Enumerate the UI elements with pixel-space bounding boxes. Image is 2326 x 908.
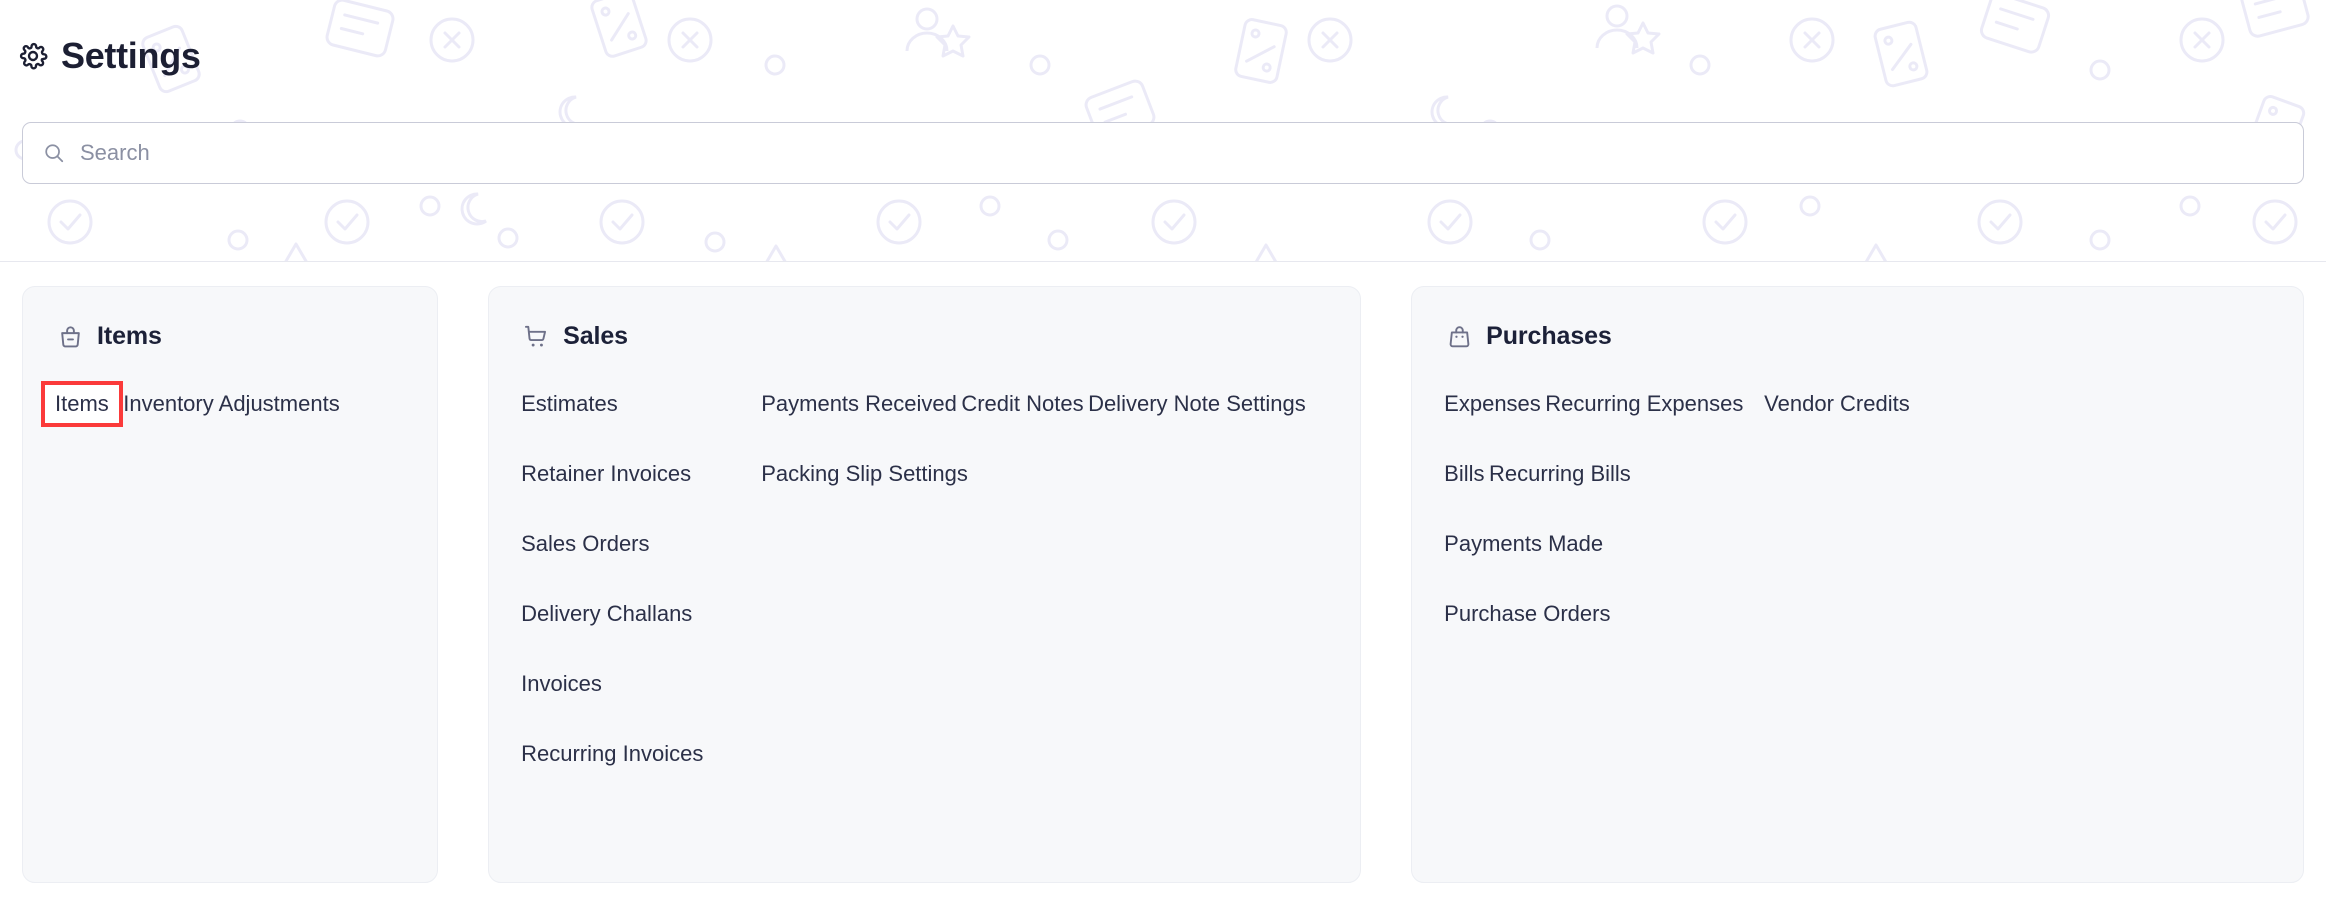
- card-purchases-link-list-2: Vendor Credits: [1764, 393, 1910, 416]
- settings-link-inventory-adjustments[interactable]: Inventory Adjustments: [123, 393, 339, 415]
- card-items-column-1: Items Inventory Adjustments: [55, 393, 405, 461]
- search-box[interactable]: [22, 122, 2304, 184]
- card-sales: Sales Estimates Retainer Invoices Sales …: [488, 286, 1361, 883]
- card-sales-title: Sales: [563, 324, 628, 349]
- card-purchases-header: Purchases: [1444, 323, 2271, 350]
- card-items: Items Items Inventory Adjustments: [22, 286, 438, 883]
- settings-link-recurring-expenses[interactable]: Recurring Expenses: [1545, 393, 1743, 415]
- settings-link-vendor-credits[interactable]: Vendor Credits: [1764, 393, 1910, 415]
- settings-link-items[interactable]: Items: [45, 385, 119, 423]
- settings-link-credit-notes[interactable]: Credit Notes: [961, 393, 1083, 415]
- settings-link-recurring-invoices[interactable]: Recurring Invoices: [521, 743, 703, 765]
- settings-link-packing-slip-settings[interactable]: Packing Slip Settings: [761, 463, 968, 485]
- page-title: Settings: [61, 38, 201, 74]
- card-purchases-column-1: Expenses Recurring Expenses Bills Recurr…: [1444, 393, 1764, 626]
- settings-card-grid: Items Items Inventory Adjustments Sales: [0, 262, 2326, 883]
- search-input[interactable]: [80, 123, 2283, 183]
- settings-link-invoices[interactable]: Invoices: [521, 673, 602, 695]
- settings-link-sales-orders[interactable]: Sales Orders: [521, 533, 649, 555]
- card-purchases-link-list-1: Expenses Recurring Expenses Bills Recurr…: [1444, 393, 1764, 626]
- settings-link-estimates[interactable]: Estimates: [521, 393, 618, 415]
- card-items-title: Items: [97, 324, 162, 349]
- search-icon: [43, 142, 65, 164]
- shopping-cart-icon: [523, 323, 550, 350]
- card-sales-column-1: Estimates Retainer Invoices Sales Orders…: [521, 393, 761, 766]
- settings-link-retainer-invoices[interactable]: Retainer Invoices: [521, 463, 691, 485]
- card-purchases-title: Purchases: [1486, 324, 1612, 349]
- settings-link-purchase-orders[interactable]: Purchase Orders: [1444, 603, 1610, 625]
- settings-link-delivery-challans[interactable]: Delivery Challans: [521, 603, 692, 625]
- banner-divider: [0, 261, 2326, 262]
- card-sales-column-2: Payments Received Credit Notes Delivery …: [761, 393, 1328, 766]
- page-header: Settings: [18, 38, 201, 74]
- card-sales-link-list-1: Estimates Retainer Invoices Sales Orders…: [521, 393, 761, 766]
- handbag-icon: [1446, 323, 1473, 350]
- settings-link-bills[interactable]: Bills: [1444, 463, 1484, 485]
- settings-link-expenses[interactable]: Expenses: [1444, 393, 1541, 415]
- settings-banner: Settings: [0, 0, 2326, 262]
- settings-link-payments-received[interactable]: Payments Received: [761, 393, 957, 415]
- card-purchases: Purchases Expenses Recurring Expenses Bi…: [1411, 286, 2304, 883]
- gear-icon: [18, 41, 48, 71]
- card-sales-link-list-2: Payments Received Credit Notes Delivery …: [761, 393, 1328, 486]
- card-items-header: Items: [55, 323, 405, 350]
- settings-link-recurring-bills[interactable]: Recurring Bills: [1489, 463, 1631, 485]
- card-purchases-column-2: Vendor Credits: [1764, 393, 1910, 626]
- settings-link-payments-made[interactable]: Payments Made: [1444, 533, 1603, 555]
- search-bar[interactable]: [22, 122, 2304, 184]
- shopping-bag-icon: [57, 323, 84, 350]
- card-sales-header: Sales: [521, 323, 1328, 350]
- settings-link-delivery-note-settings[interactable]: Delivery Note Settings: [1088, 393, 1306, 415]
- card-items-link-list: Items Inventory Adjustments: [55, 393, 405, 461]
